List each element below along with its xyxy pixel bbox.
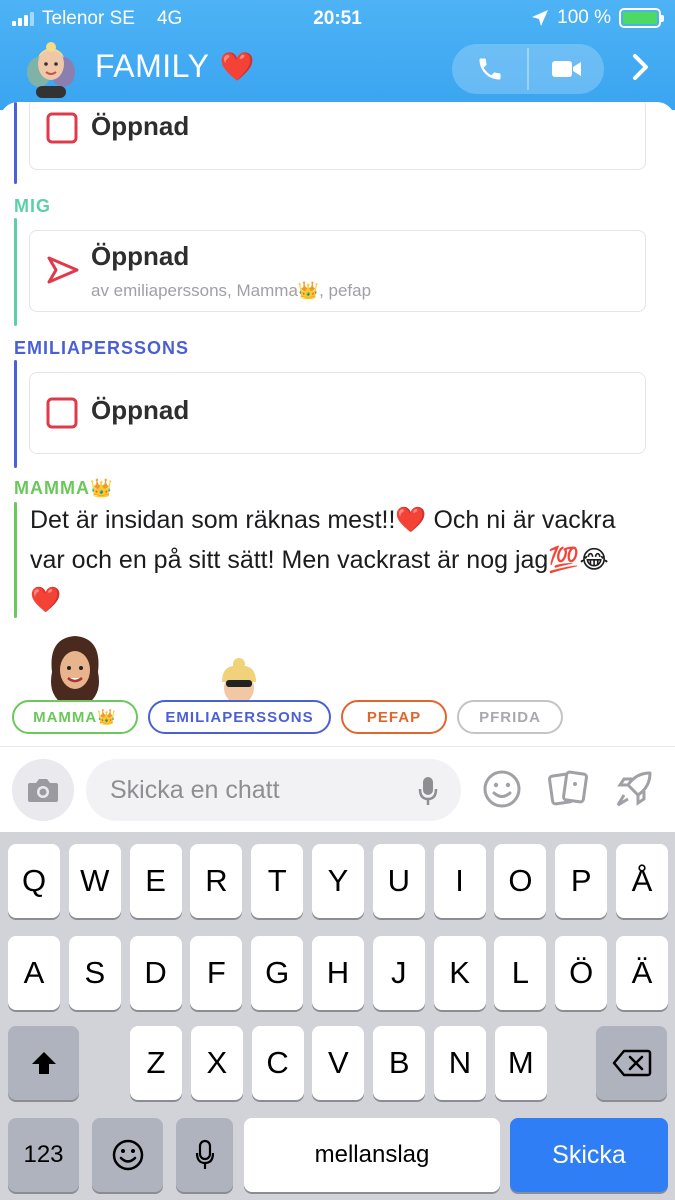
numbers-key[interactable]: 123 [8,1118,79,1192]
status-bar: Telenor SE 4G 20:51 100 % [0,0,675,36]
key-y[interactable]: Y [312,844,364,918]
key-å[interactable]: Å [616,844,668,918]
key-j[interactable]: J [372,936,425,1010]
camera-icon [28,779,58,802]
key-v[interactable]: V [312,1026,365,1100]
mamma-bitmoji [51,636,99,702]
sender-name: MAMMA👑 [14,478,114,498]
chat-area[interactable]: Öppnad MIG Öppnad av emiliaperssons, Mam… [0,102,675,746]
group-title[interactable]: FAMILY ❤️ [95,48,255,85]
key-q[interactable]: Q [8,844,60,918]
opened-snap-icon [46,397,78,429]
key-ö[interactable]: Ö [555,936,608,1010]
message-bar [14,102,17,184]
chevron-right-icon[interactable] [630,52,652,82]
sender-name: EMILIAPERSSONS [14,338,190,358]
key-h[interactable]: H [312,936,364,1010]
key-e[interactable]: E [129,844,182,918]
member-pill-pefap[interactable]: PEFAP [341,700,447,734]
shift-icon [31,1052,56,1074]
key-x[interactable]: X [190,1026,243,1100]
emoji-icon [112,1139,143,1171]
voice-call-button[interactable] [452,44,527,94]
opened-snap-icon [46,112,78,144]
snap-message[interactable]: Öppnad av emiliaperssons, Mamma👑, pefap [29,230,646,312]
phone-icon [479,58,500,80]
keyboard: 123 mellanslag Skicka QWERTYUIOPÅ ASDFGHJ… [0,832,675,1200]
snap-status: Öppnad [91,111,190,141]
shift-key[interactable] [8,1026,79,1100]
chat-input-bar: Skicka en chatt [0,746,675,832]
key-ä[interactable]: Ä [616,936,668,1010]
snap-status: Öppnad [91,241,190,271]
key-a[interactable]: A [8,936,60,1010]
key-i[interactable]: I [433,844,486,918]
key-k[interactable]: K [433,936,486,1010]
chat-header: Telenor SE 4G 20:51 100 % FAMILY ❤️ [0,0,675,110]
snap-status: Öppnad [91,395,190,425]
heart-emoji: ❤️ [219,51,255,82]
key-w[interactable]: W [68,844,121,918]
snap-message[interactable]: Öppnad [29,372,646,454]
dictation-key[interactable] [176,1118,233,1192]
message-bar [14,360,17,468]
location-icon [532,10,549,26]
camera-button[interactable] [12,759,74,821]
group-bitmoji-avatar[interactable] [22,42,80,98]
backspace-icon [612,1049,651,1077]
smiley-icon[interactable] [482,769,522,809]
send-key[interactable]: Skicka [510,1118,668,1192]
battery-icon [619,8,664,28]
key-m[interactable]: M [494,1026,547,1100]
video-call-button[interactable] [529,44,604,94]
key-n[interactable]: N [434,1026,486,1100]
group-name: FAMILY [95,48,210,84]
snap-message[interactable]: Öppnad [29,102,646,170]
emiliaperssons-bitmoji [222,658,256,702]
key-f[interactable]: F [190,936,243,1010]
key-c[interactable]: C [251,1026,304,1100]
member-pill-pfrida[interactable]: PFRIDA [457,700,563,734]
member-pill-emiliaperssons[interactable]: EMILIAPERSSONS [148,700,331,734]
key-l[interactable]: L [494,936,547,1010]
message-bar [14,502,17,618]
chat-input-placeholder: Skicka en chatt [110,776,280,804]
key-g[interactable]: G [251,936,304,1010]
message-bar [14,218,17,326]
space-key[interactable]: mellanslag [244,1118,500,1192]
chat-input[interactable]: Skicka en chatt [86,759,461,821]
sender-name: MIG [14,196,51,216]
backspace-key[interactable] [596,1026,667,1100]
key-o[interactable]: O [494,844,547,918]
key-b[interactable]: B [373,1026,426,1100]
microphone-icon [195,1139,214,1169]
member-pill-mamma[interactable]: MAMMA👑 [12,700,138,734]
stickers-icon[interactable] [548,769,590,809]
opened-by-label: av emiliaperssons, Mamma👑, pefap [91,281,372,300]
title-bar: FAMILY ❤️ [0,36,675,102]
key-t[interactable]: T [251,844,304,918]
sent-snap-icon [47,256,79,284]
key-u[interactable]: U [372,844,425,918]
key-s[interactable]: S [68,936,121,1010]
rocket-icon[interactable] [614,769,654,809]
call-controls [452,44,604,94]
key-d[interactable]: D [129,936,182,1010]
key-z[interactable]: Z [130,1026,182,1100]
emoji-key[interactable] [92,1118,163,1192]
battery-percent: 100 % [557,7,611,28]
microphone-icon[interactable] [417,775,439,807]
key-p[interactable]: P [555,844,608,918]
chat-message-text[interactable]: Det är insidan som räknas mest!!❤️ Och n… [30,500,630,620]
video-icon [551,61,581,77]
key-r[interactable]: R [190,844,243,918]
